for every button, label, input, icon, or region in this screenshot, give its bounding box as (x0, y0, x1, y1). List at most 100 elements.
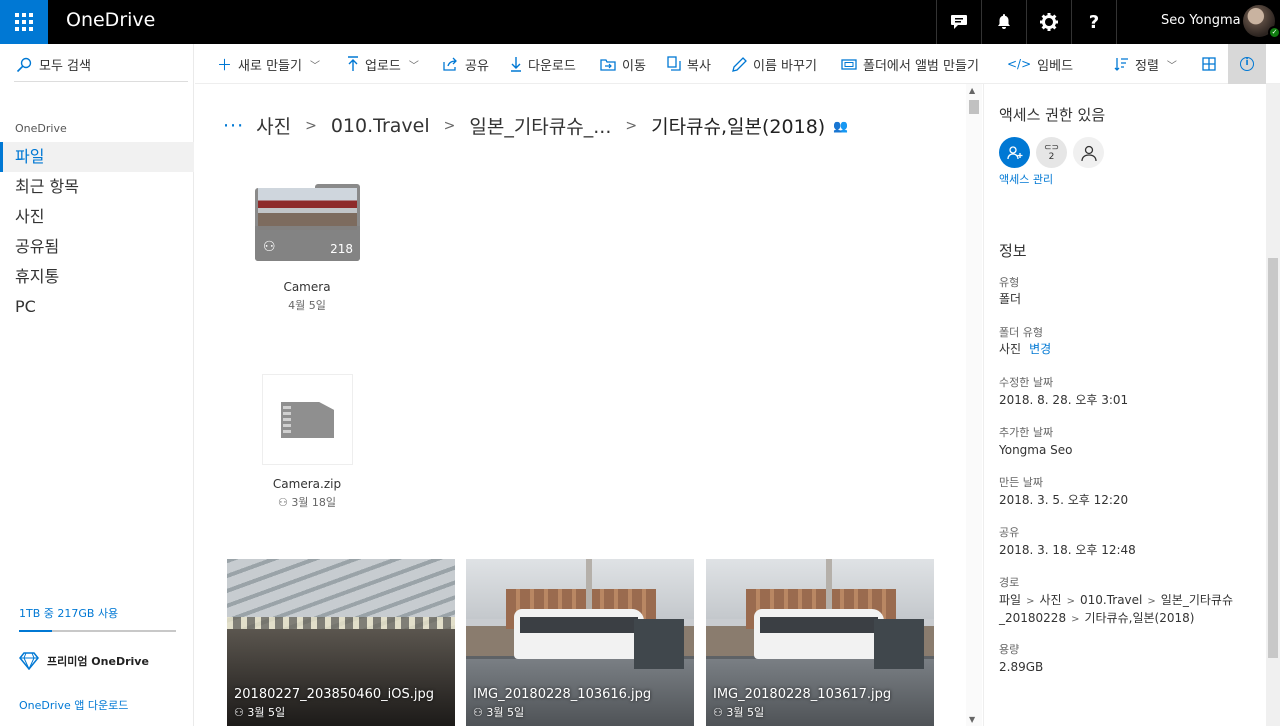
storage-bar (19, 630, 176, 632)
share-button[interactable]: 공유 (443, 44, 489, 84)
rename-label: 이름 바꾸기 (753, 58, 817, 74)
chevron-right-icon: > (1147, 596, 1156, 607)
embed-button[interactable]: </> 임베드 (1007, 44, 1073, 84)
new-label: 새로 만들기 (238, 58, 302, 74)
modified-value: 2018. 8. 28. 오후 3:01 (999, 393, 1129, 407)
folder-tile[interactable]: ⚇ 218 (255, 184, 360, 261)
change-folder-type-link[interactable]: 변경 (1029, 342, 1051, 356)
path-item[interactable]: 010.Travel (1080, 593, 1142, 607)
access-icons: ⊂⊃ 2 (999, 137, 1104, 168)
move-button[interactable]: 이동 (600, 44, 646, 84)
premium-label: 프리미엄 OneDrive (47, 655, 149, 668)
folder-type-label: 폴더 유형 (999, 326, 1043, 339)
storage-usage-link[interactable]: 1TB 중 217GB 사용 (19, 605, 118, 621)
search-icon (16, 57, 32, 72)
diamond-icon (19, 652, 39, 670)
help-button[interactable]: ? (1071, 0, 1116, 44)
shared-people-icon: ⚇ (234, 706, 248, 719)
photo-name: IMG_20180228_103617.jpg (713, 687, 892, 702)
type-label: 유형 (999, 276, 1020, 289)
album-icon (841, 58, 857, 70)
search-box[interactable]: 모두 검색 (16, 55, 91, 74)
sidebar-item-pc[interactable]: PC (0, 292, 194, 322)
shared-links-button[interactable]: ⊂⊃ 2 (1036, 137, 1067, 168)
copy-button[interactable]: 복사 (667, 44, 711, 84)
shared-label: 공유 (999, 526, 1020, 539)
type-value: 폴더 (999, 292, 1022, 306)
divider (14, 81, 188, 82)
added-label: 추가한 날짜 (999, 426, 1054, 439)
zip-date-text: 3월 18일 (291, 496, 337, 509)
copy-icon (667, 56, 681, 71)
notifications-button[interactable] (981, 0, 1026, 44)
chat-button[interactable] (936, 0, 981, 44)
folder-name[interactable]: Camera (237, 280, 377, 294)
rename-button[interactable]: 이름 바꾸기 (732, 44, 817, 84)
share-label: 공유 (465, 58, 489, 74)
move-icon (600, 58, 616, 71)
upload-label: 업로드 (365, 58, 401, 74)
content-scrollbar[interactable]: ▲ ▼ (966, 84, 982, 726)
code-icon: </> (1007, 57, 1032, 71)
shared-value: 2018. 3. 18. 오후 12:48 (999, 543, 1136, 557)
folder-date: 4월 5일 (288, 299, 326, 312)
left-navigation: 모두 검색 OneDrive 파일 최근 항목 사진 공유됨 휴지통 PC 1T… (0, 44, 194, 726)
size-label: 용량 (999, 643, 1020, 656)
app-launcher-button[interactable] (0, 0, 48, 44)
file-list: ⚇ 218 Camera 4월 5일 Camera.zip ⚇ 3월 18일 2… (195, 84, 966, 726)
shared-people-icon: ⚇ (263, 239, 276, 255)
sort-button[interactable]: 정렬 ﹀ (1114, 44, 1177, 84)
premium-link[interactable]: 프리미엄 OneDrive (19, 652, 149, 670)
person-button[interactable] (1073, 137, 1104, 168)
details-pane-button[interactable]: i (1228, 44, 1266, 84)
status-check-icon: ✓ (1268, 26, 1280, 39)
sidebar-item-files[interactable]: 파일 (0, 142, 194, 172)
upload-icon (348, 56, 358, 71)
app-download-link[interactable]: OneDrive 앱 다운로드 (19, 697, 128, 713)
sidebar-item-photos[interactable]: 사진 (0, 202, 194, 232)
zip-file-tile[interactable] (262, 374, 353, 465)
chevron-right-icon: > (1071, 614, 1080, 625)
brand-title[interactable]: OneDrive (66, 9, 155, 31)
path-item[interactable]: 사진 (1039, 593, 1061, 607)
scroll-up-icon[interactable]: ▲ (969, 86, 975, 95)
photo-tile[interactable]: 20180227_203850460_iOS.jpg ⚇ 3월 5일 (227, 559, 455, 726)
settings-button[interactable] (1026, 0, 1071, 44)
path-item[interactable]: 기타큐슈,일본(2018) (1084, 611, 1194, 625)
download-button[interactable]: 다운로드 (510, 44, 576, 84)
sidebar-item-shared[interactable]: 공유됨 (0, 232, 194, 262)
sidebar-item-recent[interactable]: 최근 항목 (0, 172, 194, 202)
path-item[interactable]: 파일 (999, 593, 1021, 607)
share-icon (443, 57, 457, 71)
photo-name: 20180227_203850460_iOS.jpg (234, 687, 434, 702)
download-label: 다운로드 (528, 58, 576, 74)
scrollbar-thumb[interactable] (969, 100, 979, 114)
view-toggle-button[interactable] (1202, 44, 1216, 84)
new-button[interactable]: ＋ 새로 만들기 ﹀ (217, 44, 320, 84)
path-value: 파일 > 사진 >010.Travel > 일본_기타큐슈_20180228 > 기타큐슈,일… (999, 592, 1259, 628)
account-button[interactable]: Seo Yongma ✓ (1116, 0, 1280, 44)
chevron-right-icon: > (1066, 596, 1075, 607)
zip-file-name[interactable]: Camera.zip (237, 477, 377, 491)
details-scrollbar[interactable] (1266, 84, 1280, 726)
folder-type-value: 사진 변경 (999, 341, 1259, 358)
person-icon (1080, 145, 1097, 161)
folder-thumbnail (258, 188, 357, 230)
waffle-icon (15, 13, 33, 31)
photo-tile[interactable]: IMG_20180228_103616.jpg ⚇ 3월 5일 (466, 559, 694, 726)
sort-icon (1114, 58, 1128, 71)
created-value: 2018. 3. 5. 오후 12:20 (999, 493, 1129, 507)
sidebar-item-recycle-bin[interactable]: 휴지통 (0, 262, 194, 292)
manage-access-link[interactable]: 액세스 관리 (999, 171, 1053, 187)
shared-people-icon: ⚇ (713, 706, 727, 719)
scroll-down-icon[interactable]: ▼ (969, 715, 975, 724)
photo-tile[interactable]: IMG_20180228_103617.jpg ⚇ 3월 5일 (706, 559, 934, 726)
scrollbar-thumb[interactable] (1268, 258, 1278, 658)
plus-icon: ＋ (217, 55, 233, 74)
upload-button[interactable]: 업로드 ﹀ (347, 44, 419, 84)
add-people-button[interactable] (999, 137, 1030, 168)
info-title: 정보 (999, 242, 1027, 260)
create-album-button[interactable]: 폴더에서 앨범 만들기 (841, 44, 979, 84)
chevron-down-icon: ﹀ (309, 60, 320, 72)
zip-file-date: ⚇ 3월 18일 (237, 494, 377, 510)
